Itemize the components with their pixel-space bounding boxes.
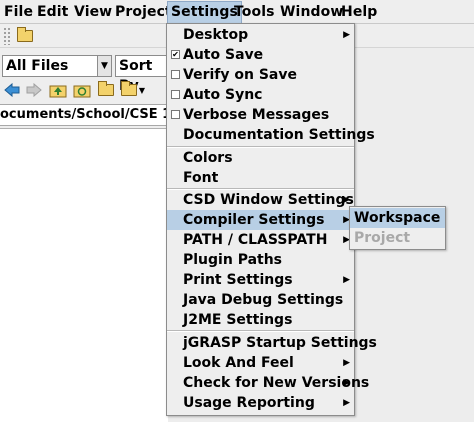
up-folder-button[interactable]: [48, 81, 68, 99]
menu-item-java-debug-settings[interactable]: Java Debug Settings: [167, 290, 354, 310]
menu-item-label: CSD Window Settings: [183, 192, 354, 208]
back-arrow-icon: [4, 83, 20, 97]
folder-icon: [17, 27, 33, 42]
menu-window[interactable]: Window: [280, 2, 343, 23]
menu-item-compiler-settings[interactable]: Compiler Settings ▶: [167, 210, 354, 230]
folder-up-icon: [49, 85, 67, 98]
file-filter-value: All Files: [6, 58, 69, 74]
menu-item-label: Colors: [183, 150, 233, 166]
settings-menu: Desktop ▶ ✔ Auto Save Verify on Save Auto …: [166, 23, 377, 416]
menu-help[interactable]: Help: [341, 2, 377, 23]
menu-settings[interactable]: Settings: [167, 1, 242, 24]
menu-item-label: Verify on Save: [183, 67, 297, 83]
menu-item-label: Look And Feel: [183, 355, 294, 371]
menu-item-label: Usage Reporting: [183, 395, 315, 411]
folder-icon: [98, 81, 114, 96]
menu-item-print-settings[interactable]: Print Settings ▶: [167, 270, 354, 290]
menu-item-font[interactable]: Font: [167, 168, 354, 188]
checkbox-icon: [171, 90, 180, 99]
new-folder-button[interactable]: [96, 81, 116, 99]
menu-item-path-classpath[interactable]: PATH / CLASSPATH ▶: [167, 230, 354, 250]
menu-item-plugin-paths[interactable]: Plugin Paths: [167, 250, 354, 270]
menu-item-verbose-messages[interactable]: Verbose Messages: [167, 105, 354, 125]
folder-icon: [120, 81, 137, 96]
chevron-down-icon[interactable]: ▼: [97, 56, 111, 76]
file-filter-combo[interactable]: All Files ▼: [2, 55, 112, 77]
submenu-item-workspace[interactable]: Workspace: [350, 208, 445, 228]
menu-item-usage-reporting[interactable]: Usage Reporting ▶: [167, 393, 354, 413]
menu-item-label: Verbose Messages: [183, 107, 330, 123]
menu-item-colors[interactable]: Colors: [167, 148, 354, 168]
chevron-down-icon: ▼: [138, 85, 146, 95]
menu-item-look-and-feel[interactable]: Look And Feel ▶: [167, 353, 354, 373]
refresh-button[interactable]: [72, 81, 92, 99]
menu-item-verify-on-save[interactable]: Verify on Save: [167, 65, 354, 85]
chevron-right-icon: ▶: [343, 275, 350, 285]
menu-item-label: J2ME Settings: [183, 312, 293, 328]
menu-file[interactable]: File: [4, 2, 33, 23]
forward-button[interactable]: [24, 81, 44, 99]
menu-item-label: Auto Sync: [183, 87, 263, 103]
menu-item-label: Print Settings: [183, 272, 293, 288]
menu-item-csd-window-settings[interactable]: CSD Window Settings ▶: [167, 190, 354, 210]
checkbox-icon: [171, 70, 180, 79]
menu-tools[interactable]: Tools: [234, 2, 275, 23]
menu-edit[interactable]: Edit: [37, 2, 68, 23]
menu-item-label: jGRASP Startup Settings: [183, 335, 377, 351]
menu-item-label: Font: [183, 170, 219, 186]
chevron-right-icon: ▶: [343, 30, 350, 40]
submenu-item-project: Project: [354, 230, 411, 246]
file-tree[interactable]: [0, 128, 168, 422]
menu-item-label: Check for New Versions: [183, 375, 370, 391]
current-path[interactable]: ocuments/School/CSE 14: [0, 104, 168, 126]
folder-menu-button[interactable]: ▼: [118, 81, 148, 99]
menu-item-label: Plugin Paths: [183, 252, 283, 268]
menu-item-label: Documentation Settings: [183, 127, 375, 143]
menu-separator: [167, 330, 354, 332]
menu-item-auto-sync[interactable]: Auto Sync: [167, 85, 354, 105]
forward-arrow-icon: [26, 83, 42, 97]
menu-item-label: Auto Save: [183, 47, 264, 63]
menu-item-jgrasp-startup-settings[interactable]: jGRASP Startup Settings: [167, 333, 377, 353]
menu-item-label: PATH / CLASSPATH: [183, 232, 328, 248]
menu-item-j2me-settings[interactable]: J2ME Settings: [167, 310, 354, 330]
open-folder-button[interactable]: [14, 26, 36, 46]
menu-item-desktop[interactable]: Desktop ▶: [167, 25, 354, 45]
checkbox-icon: [171, 110, 180, 119]
browse-panel: All Files ▼ Sort By ▼ ocuments/School/CS…: [0, 48, 175, 422]
compiler-settings-submenu: Workspace Project: [349, 206, 446, 250]
refresh-icon: [73, 85, 91, 98]
menu-view[interactable]: View: [74, 2, 112, 23]
menu-item-documentation-settings[interactable]: Documentation Settings: [167, 125, 375, 145]
chevron-right-icon: ▶: [343, 378, 350, 388]
menu-item-label: Compiler Settings: [183, 212, 325, 228]
toolbar-grip[interactable]: [3, 27, 11, 45]
menu-item-check-for-new-versions[interactable]: Check for New Versions ▶: [167, 373, 369, 393]
chevron-right-icon: ▶: [343, 398, 350, 408]
menu-item-label: Java Debug Settings: [183, 292, 344, 308]
menu-project[interactable]: Project: [115, 2, 172, 23]
menu-item-auto-save[interactable]: ✔ Auto Save: [167, 45, 354, 65]
back-button[interactable]: [2, 81, 22, 99]
checkbox-checked-icon: ✔: [171, 50, 180, 59]
chevron-right-icon: ▶: [343, 358, 350, 368]
menu-item-label: Desktop: [183, 27, 249, 43]
menu-bar: File Edit View Project Settings Tools Wi…: [0, 0, 474, 24]
